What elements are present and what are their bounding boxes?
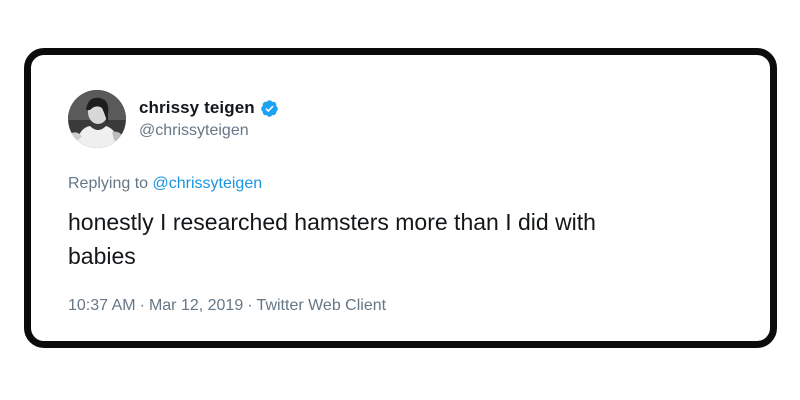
tweet-text-line-2: babies — [68, 243, 136, 269]
tweet-card: chrissy teigen @chrissyteigen Replying t… — [24, 48, 777, 348]
stage: chrissy teigen @chrissyteigen Replying t… — [0, 0, 800, 400]
replying-to-prefix: Replying to — [68, 175, 153, 192]
user-identity: chrissy teigen @chrissyteigen — [139, 98, 279, 140]
tweet-metadata: 10:37 AM · Mar 12, 2019 · Twitter Web Client — [68, 297, 386, 315]
display-name[interactable]: chrissy teigen — [139, 98, 255, 118]
tweet-text: honestly I researched hamsters more than… — [68, 205, 728, 273]
meta-separator-2: · — [247, 297, 253, 314]
tweet-client[interactable]: Twitter Web Client — [257, 297, 387, 314]
tweet-header: chrissy teigen @chrissyteigen — [68, 90, 279, 148]
tweet-text-line-1: honestly I researched hamsters more than… — [68, 209, 596, 235]
meta-separator-1: · — [139, 297, 145, 314]
replying-to-handle-link[interactable]: @chrissyteigen — [153, 175, 263, 192]
avatar-image — [68, 90, 126, 148]
name-row: chrissy teigen — [139, 98, 279, 118]
avatar[interactable] — [68, 90, 126, 148]
verified-badge-icon — [260, 99, 279, 118]
replying-to-line: Replying to @chrissyteigen — [68, 175, 262, 193]
tweet-date[interactable]: Mar 12, 2019 — [149, 297, 243, 314]
user-handle[interactable]: @chrissyteigen — [139, 122, 279, 140]
tweet-time[interactable]: 10:37 AM — [68, 297, 136, 314]
